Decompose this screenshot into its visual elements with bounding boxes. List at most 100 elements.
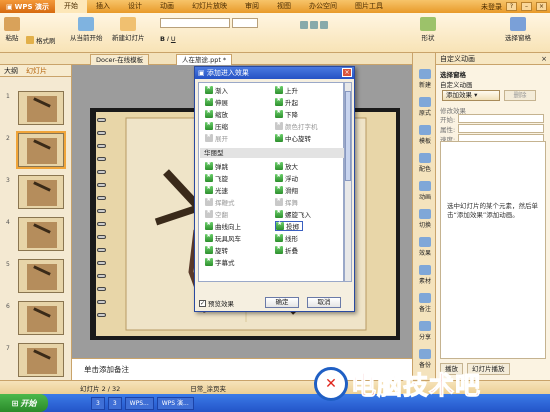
help-icon[interactable]: ? (506, 2, 517, 11)
effect-item[interactable]: 压缩 (205, 120, 228, 131)
effect-item[interactable]: 曲线向上 (205, 220, 241, 231)
property-select[interactable] (458, 124, 544, 133)
app-menu-button[interactable]: ▣ WPS 演示 (0, 0, 55, 13)
font-size-combo[interactable] (232, 18, 258, 28)
slide-thumbnail[interactable] (18, 175, 64, 209)
effect-item[interactable]: 浮动 (275, 172, 298, 183)
select-pane-link[interactable]: 选择窗格 (440, 69, 466, 79)
close-window-icon[interactable]: × (536, 2, 547, 11)
effect-item[interactable]: 玩具风车 (205, 232, 241, 243)
animation-list[interactable]: 选中幻灯片的某个元素，然后单击“添加效果”添加动画。 (440, 141, 546, 359)
effect-item[interactable]: 投掷 (275, 220, 303, 231)
effect-item[interactable]: 渐入 (205, 84, 228, 95)
task-icon-7[interactable]: 素材 (415, 265, 435, 285)
align-buttons[interactable] (300, 21, 328, 29)
effect-label: 下降 (285, 111, 298, 119)
effect-item[interactable]: 挥鞭式 (205, 196, 235, 207)
effect-star-icon (275, 232, 283, 242)
ribbon-tab[interactable]: 开始 (54, 0, 87, 13)
add-effect-button[interactable]: 添加效果 ▾ (442, 90, 500, 101)
effect-item[interactable]: 伸展 (205, 96, 228, 107)
effect-item[interactable]: 光速 (205, 184, 228, 195)
task-icon-1[interactable]: 原式 (415, 97, 435, 117)
ribbon-tabs: 开始 插入 设计 动画 幻灯片放映 审阅 视图 办公空间 图片工具 (54, 0, 392, 13)
effect-item[interactable]: 缩放 (205, 108, 228, 119)
ribbon-tab[interactable]: 幻灯片放映 (183, 0, 236, 13)
effect-item[interactable]: 挥舞 (275, 196, 298, 207)
dialog-close-icon[interactable]: × (342, 68, 352, 77)
start-select[interactable] (458, 114, 544, 123)
start-button[interactable]: ⊞ 开始 (0, 394, 48, 412)
dialog-title-bar[interactable]: ▣ 添加进入效果 × (195, 67, 354, 79)
ribbon-tab[interactable]: 审阅 (236, 0, 268, 13)
bold-button[interactable]: BIU (160, 35, 176, 43)
effect-list[interactable]: 渐入 上升伸展 升起缩放 下降压缩 颜色打字机展开 中心旋转华丽型弹跳 放大飞旋 浮动光速 滑翔… (198, 82, 344, 282)
effect-label: 升起 (285, 99, 298, 107)
delete-effect-button[interactable]: 删除 (504, 90, 536, 101)
slide-thumbnail[interactable] (18, 91, 64, 125)
new-slide-button[interactable]: 新建幻灯片 (112, 17, 145, 42)
taskbar-item[interactable]: 3 (91, 396, 105, 410)
tab-docer[interactable]: Docer-在线模板 (90, 54, 150, 65)
effect-item[interactable]: 展开 (205, 132, 228, 143)
ok-button[interactable]: 确定 (265, 297, 299, 308)
task-icon-0[interactable]: 新建 (415, 69, 435, 89)
tab-slides[interactable]: 幻灯片 (26, 66, 47, 76)
effect-label: 字幕式 (215, 259, 235, 267)
slide-thumbnail[interactable] (18, 301, 64, 335)
task-icon-2[interactable]: 模板 (415, 125, 435, 145)
effect-item[interactable]: 放大 (275, 160, 298, 171)
ribbon-tab[interactable]: 插入 (87, 0, 119, 13)
effect-item[interactable]: 中心旋转 (275, 132, 311, 143)
scrollbar-thumb[interactable] (345, 91, 351, 181)
task-icon-4[interactable]: 动画 (415, 181, 435, 201)
effect-item[interactable]: 飞旋 (205, 172, 228, 183)
ribbon-tab[interactable]: 设计 (119, 0, 151, 13)
taskbar-item[interactable]: WPS... (124, 396, 154, 410)
effect-item[interactable]: 下降 (275, 108, 298, 119)
preview-checkbox[interactable]: ✓ 预览效果 (199, 298, 234, 308)
effect-item[interactable]: 弹跳 (205, 160, 228, 171)
effect-item[interactable]: 线形 (275, 232, 298, 243)
slide-thumbnail[interactable] (16, 131, 66, 169)
effect-item[interactable]: 字幕式 (205, 256, 235, 267)
ribbon-tab[interactable]: 办公空间 (300, 0, 346, 13)
tab-current-file[interactable]: 人在旅途.ppt * (176, 54, 233, 65)
effect-item[interactable]: 上升 (275, 84, 298, 95)
font-name-combo[interactable] (160, 18, 230, 28)
slide-thumbnail[interactable] (18, 217, 64, 251)
login-status[interactable]: 未登录 (481, 2, 502, 12)
task-icon-6[interactable]: 效果 (415, 237, 435, 257)
task-icon-3[interactable]: 配色 (415, 153, 435, 173)
effect-item[interactable]: 折叠 (275, 244, 298, 255)
ribbon-tab[interactable]: 视图 (268, 0, 300, 13)
ribbon-tab[interactable]: 图片工具 (346, 0, 392, 13)
shape-button[interactable]: 形状 (420, 17, 436, 42)
effect-list-scrollbar[interactable] (344, 82, 352, 282)
select-pane-button[interactable]: 选择窗格 (505, 17, 531, 42)
taskbar-item[interactable]: 3 (107, 396, 122, 410)
ribbon-tab[interactable]: 动画 (151, 0, 183, 13)
pane-icon (419, 97, 431, 107)
title-bar-right: 未登录 ? – × (481, 2, 550, 12)
task-icon-5[interactable]: 切换 (415, 209, 435, 229)
slide-thumbnail[interactable] (18, 343, 64, 377)
task-icon-8[interactable]: 备注 (415, 293, 435, 313)
effect-item[interactable]: 螺旋飞入 (275, 208, 311, 219)
pane-close-icon[interactable]: × (541, 53, 547, 64)
cancel-button[interactable]: 取消 (307, 297, 341, 308)
effect-item[interactable]: 颜色打字机 (275, 120, 318, 131)
add-entrance-effect-dialog: ▣ 添加进入效果 × 渐入 上升伸展 升起缩放 下降压缩 颜色打字机展开 中心旋转华丽型弹… (194, 66, 355, 312)
from-current-button[interactable]: 从当前开始 (70, 17, 103, 42)
slide-thumbnail[interactable] (18, 259, 64, 293)
tab-outline[interactable]: 大纲 (4, 66, 18, 76)
effect-item[interactable]: 升起 (275, 96, 298, 107)
task-icon-9[interactable]: 分享 (415, 321, 435, 341)
minimize-icon[interactable]: – (521, 2, 532, 11)
taskbar-item[interactable]: WPS 演... (156, 396, 194, 410)
paste-button[interactable]: 粘贴 (4, 17, 20, 42)
effect-item[interactable]: 滑翔 (275, 184, 298, 195)
format-painter-button[interactable]: 格式刷 (26, 35, 56, 45)
effect-item[interactable]: 空翻 (205, 208, 228, 219)
effect-item[interactable]: 旋转 (205, 244, 228, 255)
